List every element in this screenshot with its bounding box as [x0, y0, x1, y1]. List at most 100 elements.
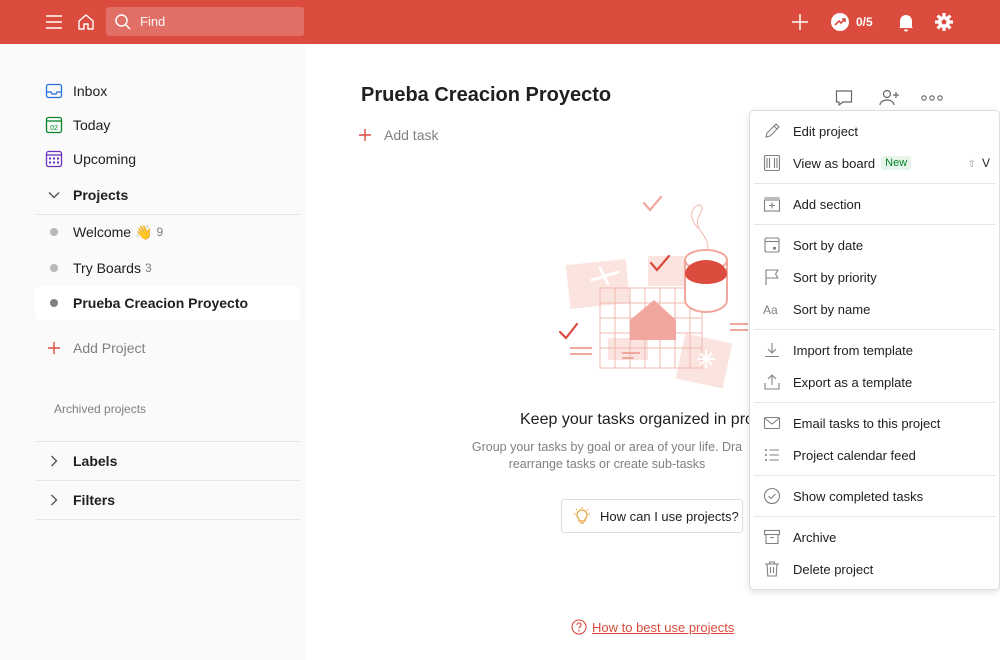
waving-hand-emoji: 👋 — [135, 223, 153, 240]
menu-item-sort-by-priority[interactable]: Sort by priority — [750, 262, 999, 292]
question-circle-icon — [571, 619, 587, 635]
menu-item-calendar-feed[interactable]: Project calendar feed — [750, 440, 999, 470]
chevron-right-icon — [35, 494, 73, 506]
more-options-icon[interactable] — [920, 86, 944, 110]
menu-divider — [754, 183, 996, 184]
comment-icon[interactable] — [832, 86, 856, 110]
help-link[interactable]: How to best use projects — [571, 619, 734, 635]
menu-divider — [754, 329, 996, 330]
menu-item-label: Sort by name — [793, 301, 871, 317]
productivity-button[interactable]: 0/5 — [830, 10, 873, 34]
search-input[interactable] — [140, 7, 298, 36]
inbox-icon — [35, 82, 73, 100]
menu-item-label: Project calendar feed — [793, 447, 916, 463]
svg-text:Aa: Aa — [763, 303, 778, 317]
menu-item-add-section[interactable]: Add section — [750, 189, 999, 219]
menu-item-label: Archive — [793, 529, 837, 545]
menu-item-export-template[interactable]: Export as a template — [750, 367, 999, 397]
empty-desc-line: rearrange tasks or create sub-tasks — [508, 457, 706, 471]
quick-add-icon[interactable] — [788, 10, 812, 34]
sidebar-item-label: Inbox — [73, 83, 108, 99]
menu-item-import-template[interactable]: Import from template — [750, 335, 999, 365]
board-icon — [750, 154, 793, 172]
bell-icon[interactable] — [894, 10, 918, 34]
pencil-icon — [750, 122, 793, 140]
menu-icon[interactable] — [42, 10, 66, 34]
menu-divider — [754, 475, 996, 476]
how-button-label: How can I use projects? — [600, 508, 739, 524]
page-title: Prueba Creacion Proyecto — [361, 84, 612, 106]
top-bar: 0/5 — [0, 0, 1000, 44]
karma-count: 0/5 — [856, 15, 873, 29]
settings-icon[interactable] — [932, 10, 956, 34]
labels-label: Labels — [73, 453, 118, 469]
chevron-right-icon — [35, 455, 73, 467]
labels-header[interactable]: Labels — [35, 444, 300, 478]
empty-state-title: Keep your tasks organized in pro — [520, 411, 754, 428]
svg-text:02: 02 — [50, 125, 58, 132]
plus-icon — [35, 341, 73, 355]
sidebar: Inbox 02 Today Upcoming Projects Welcome… — [0, 44, 305, 660]
menu-item-archive[interactable]: Archive — [750, 522, 999, 552]
menu-item-edit-project[interactable]: Edit project — [750, 116, 999, 146]
home-icon[interactable] — [74, 10, 98, 34]
menu-item-email-tasks[interactable]: Email tasks to this project — [750, 408, 999, 438]
flag-icon — [750, 268, 793, 286]
archived-projects-link[interactable]: Archived projects — [54, 402, 146, 416]
sidebar-item-upcoming[interactable]: Upcoming — [35, 142, 300, 176]
sidebar-item-today[interactable]: 02 Today — [35, 108, 300, 142]
plus-icon — [359, 129, 371, 141]
menu-divider — [754, 224, 996, 225]
sidebar-item-inbox[interactable]: Inbox — [35, 74, 300, 108]
alphabet-icon: Aa — [750, 301, 793, 317]
divider — [35, 441, 300, 442]
sidebar-project-try-boards[interactable]: Try Boards 3 — [35, 251, 300, 285]
calendar-icon — [750, 236, 793, 254]
add-section-icon — [750, 195, 793, 213]
menu-item-sort-by-name[interactable]: Aa Sort by name — [750, 294, 999, 324]
add-task-label: Add task — [384, 127, 439, 143]
sidebar-project-prueba[interactable]: Prueba Creacion Proyecto — [35, 286, 300, 320]
project-options-menu: Edit project View as board New ⇧ V Add se… — [749, 110, 1000, 590]
projects-header[interactable]: Projects — [35, 178, 300, 212]
trend-up-icon — [831, 13, 849, 31]
help-link-label: How to best use projects — [592, 619, 735, 635]
menu-item-label: Email tasks to this project — [793, 415, 941, 431]
mail-icon — [750, 414, 793, 432]
menu-item-sort-by-date[interactable]: Sort by date — [750, 230, 999, 260]
menu-item-delete-project[interactable]: Delete project — [750, 554, 999, 584]
menu-item-label: Import from template — [793, 342, 913, 358]
project-count: 3 — [144, 261, 152, 275]
chevron-down-icon[interactable] — [35, 191, 73, 199]
project-color-dot — [50, 228, 58, 236]
sidebar-item-label: Today — [73, 117, 111, 133]
menu-item-view-as-board[interactable]: View as board New ⇧ V — [750, 148, 999, 178]
how-to-use-projects-button[interactable]: How can I use projects? — [561, 499, 743, 533]
lightbulb-icon — [574, 507, 590, 524]
project-count: 9 — [156, 225, 164, 239]
search-icon — [115, 14, 131, 30]
filters-label: Filters — [73, 492, 116, 508]
sidebar-project-welcome[interactable]: Welcome 👋 9 — [35, 215, 300, 249]
search-box[interactable] — [106, 7, 304, 36]
projects-header-label: Projects — [73, 187, 129, 203]
add-project-button[interactable]: Add Project — [35, 331, 300, 365]
menu-item-label: Edit project — [793, 123, 859, 139]
empty-state-description: Group your tasks by goal or area of your… — [466, 439, 748, 473]
project-name: Welcome — [73, 224, 132, 240]
menu-item-label: Delete project — [793, 561, 874, 577]
add-project-label: Add Project — [73, 340, 146, 356]
list-icon — [750, 446, 793, 464]
project-color-dot — [50, 299, 58, 307]
download-icon — [750, 341, 793, 359]
sidebar-item-label: Upcoming — [73, 151, 137, 167]
archive-box-icon — [750, 528, 793, 546]
add-task-button[interactable]: Add task — [358, 127, 438, 143]
share-icon[interactable] — [877, 86, 901, 110]
menu-item-label: Show completed tasks — [793, 488, 924, 504]
filters-header[interactable]: Filters — [35, 483, 300, 517]
trash-icon — [750, 560, 793, 578]
project-name: Try Boards — [73, 260, 141, 276]
project-name: Prueba Creacion Proyecto — [73, 295, 249, 311]
menu-item-show-completed[interactable]: Show completed tasks — [750, 481, 999, 511]
